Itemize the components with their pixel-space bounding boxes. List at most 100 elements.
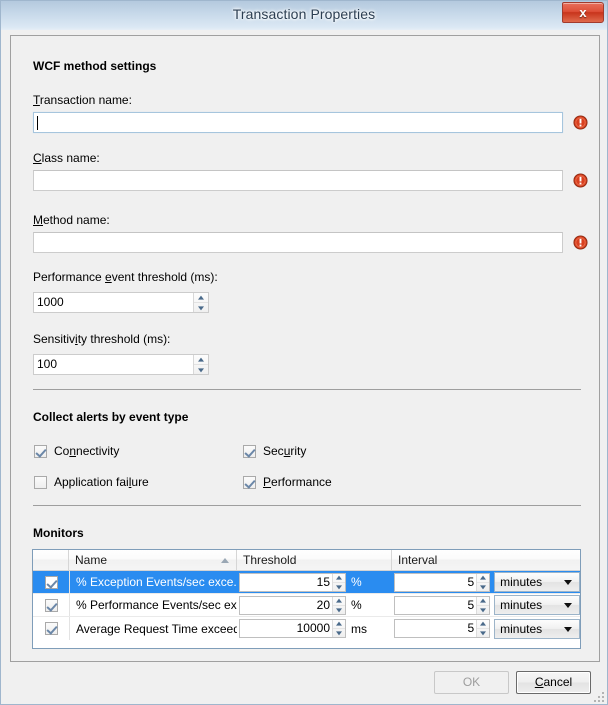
- row-interval-cell[interactable]: 5 minutes: [392, 617, 580, 640]
- table-header-select[interactable]: [33, 550, 69, 570]
- ok-button[interactable]: OK: [434, 671, 509, 694]
- checkbox-icon[interactable]: [44, 622, 58, 635]
- checkbox-icon[interactable]: [243, 475, 256, 489]
- stepper-up-button[interactable]: [333, 597, 345, 606]
- class-name-label: Class name:: [33, 151, 100, 165]
- row-interval-stepper[interactable]: 5: [394, 572, 491, 592]
- row-interval-unit-value: minutes: [500, 575, 543, 589]
- table-row[interactable]: % Exception Events/sec exce... 15 % 5 mi…: [33, 571, 580, 594]
- window-title: Transaction Properties: [232, 6, 376, 22]
- row-threshold-cell[interactable]: 20 %: [237, 594, 392, 616]
- row-name: % Performance Events/sec ex...: [69, 594, 237, 616]
- row-select-checkbox[interactable]: [33, 571, 69, 593]
- checkbox-icon[interactable]: [34, 475, 47, 489]
- table-row[interactable]: % Performance Events/sec ex... 20 % 5 mi…: [33, 594, 580, 617]
- checkbox-icon[interactable]: [44, 575, 58, 589]
- row-threshold-stepper[interactable]: 15: [239, 572, 346, 592]
- row-select-checkbox[interactable]: [33, 617, 69, 640]
- stepper-buttons[interactable]: [476, 596, 490, 614]
- row-interval-cell[interactable]: 5 minutes: [392, 571, 580, 593]
- row-threshold-stepper[interactable]: 10000: [239, 619, 346, 638]
- chevron-up-icon: [336, 621, 342, 626]
- stepper-buttons[interactable]: [476, 620, 490, 637]
- transaction-name-label: Transaction name:: [33, 93, 132, 107]
- stepper-down-button[interactable]: [333, 583, 345, 591]
- row-name: % Exception Events/sec exce...: [69, 571, 237, 593]
- chevron-down-icon: [198, 305, 204, 310]
- monitors-table[interactable]: Name Threshold Interval % Exception Even…: [32, 549, 581, 649]
- chevron-down-icon: [564, 626, 572, 632]
- chevron-up-icon: [480, 621, 487, 626]
- class-name-input[interactable]: [33, 170, 563, 191]
- row-interval-stepper[interactable]: 5: [394, 595, 491, 615]
- table-header-interval[interactable]: Interval: [392, 550, 580, 570]
- stepper-buttons[interactable]: [193, 293, 208, 312]
- row-threshold-value: 10000: [296, 621, 330, 635]
- chevron-down-icon: [480, 631, 487, 636]
- stepper-buttons[interactable]: [193, 355, 208, 374]
- row-interval-unit-select[interactable]: minutes: [494, 572, 580, 592]
- transaction-name-input[interactable]: [33, 112, 563, 133]
- row-interval-unit-value: minutes: [500, 598, 543, 612]
- title-bar[interactable]: Transaction Properties x: [1, 1, 607, 30]
- table-row[interactable]: Average Request Time exceed... 10000 ms: [33, 617, 580, 640]
- row-select-checkbox[interactable]: [33, 594, 69, 616]
- stepper-down-button[interactable]: [194, 303, 208, 312]
- stepper-up-button[interactable]: [477, 574, 490, 583]
- close-icon[interactable]: x: [562, 2, 604, 23]
- row-threshold-unit: ms: [351, 621, 367, 636]
- row-interval-unit-select[interactable]: minutes: [494, 618, 580, 639]
- error-icon: [573, 235, 588, 250]
- sensitivity-threshold-value: 100: [37, 357, 58, 371]
- checkbox-icon[interactable]: [243, 444, 256, 458]
- checkbox-icon[interactable]: [34, 444, 47, 458]
- row-threshold-value: 15: [316, 574, 330, 589]
- checkbox-icon[interactable]: [44, 598, 58, 612]
- row-threshold-stepper[interactable]: 20: [239, 595, 346, 615]
- row-interval-value: 5: [467, 621, 475, 635]
- stepper-up-button[interactable]: [477, 597, 490, 606]
- chevron-up-icon: [336, 575, 342, 580]
- stepper-buttons[interactable]: [476, 573, 490, 591]
- chevron-down-icon: [564, 603, 572, 608]
- checkbox-connectivity[interactable]: Connectivity: [34, 444, 119, 458]
- stepper-down-button[interactable]: [477, 606, 489, 614]
- checkbox-performance[interactable]: Performance: [243, 475, 332, 489]
- stepper-down-button[interactable]: [194, 365, 208, 374]
- row-interval-stepper[interactable]: 5: [394, 619, 491, 638]
- stepper-up-button[interactable]: [477, 620, 490, 629]
- stepper-buttons[interactable]: [332, 596, 345, 614]
- stepper-buttons[interactable]: [332, 573, 345, 591]
- stepper-up-button[interactable]: [194, 293, 208, 303]
- sensitivity-threshold-stepper[interactable]: 100: [33, 354, 209, 375]
- row-threshold-cell[interactable]: 15 %: [237, 571, 392, 593]
- stepper-down-button[interactable]: [477, 583, 489, 591]
- row-threshold-cell[interactable]: 10000 ms: [237, 617, 392, 640]
- row-name: Average Request Time exceed...: [69, 617, 237, 640]
- stepper-down-button[interactable]: [477, 629, 489, 637]
- row-interval-cell[interactable]: 5 minutes: [392, 594, 580, 616]
- stepper-buttons[interactable]: [332, 620, 345, 637]
- sensitivity-threshold-label: Sensitivity threshold (ms):: [33, 332, 171, 346]
- checkbox-application-failure[interactable]: Application failure: [34, 475, 149, 489]
- stepper-up-button[interactable]: [333, 574, 345, 583]
- chevron-up-icon: [480, 575, 487, 580]
- row-threshold-unit: %: [351, 598, 362, 612]
- method-name-input[interactable]: [33, 232, 563, 253]
- checkbox-label: Security: [263, 444, 307, 458]
- stepper-up-button[interactable]: [333, 620, 345, 629]
- performance-threshold-stepper[interactable]: 1000: [33, 292, 209, 313]
- error-icon: [573, 173, 588, 188]
- stepper-down-button[interactable]: [333, 629, 345, 637]
- stepper-up-button[interactable]: [194, 355, 208, 365]
- chevron-down-icon: [480, 607, 487, 612]
- row-interval-unit-select[interactable]: minutes: [494, 595, 580, 615]
- table-header-threshold[interactable]: Threshold: [237, 550, 392, 570]
- stepper-down-button[interactable]: [333, 606, 345, 614]
- resize-grip[interactable]: [594, 692, 606, 704]
- cancel-button[interactable]: Cancel: [516, 671, 591, 694]
- table-header-name[interactable]: Name: [69, 550, 237, 570]
- chevron-down-icon: [480, 584, 487, 589]
- checkbox-security[interactable]: Security: [243, 444, 306, 458]
- dialog-client-area: WCF method settings Transaction name: Cl…: [1, 30, 607, 704]
